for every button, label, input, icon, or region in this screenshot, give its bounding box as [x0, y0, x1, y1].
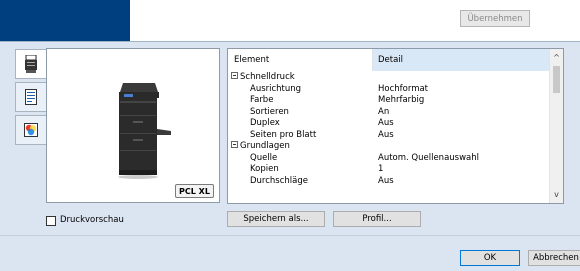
scroll-thumb[interactable] [553, 66, 560, 93]
row-label: Quelle [250, 152, 278, 163]
table-row[interactable]: Sortieren An [228, 107, 549, 119]
row-label: Kopien [250, 164, 279, 174]
row-value: 1 [378, 164, 384, 174]
row-value: Mehrfarbig [378, 95, 425, 105]
row-label: Ausrichtung [250, 83, 302, 94]
collapse-icon[interactable] [231, 141, 238, 148]
row-label: Grundlagen [240, 141, 290, 151]
table-header: Element Detail [228, 49, 549, 71]
header-brand-area [0, 0, 130, 41]
row-value: An [378, 106, 390, 117]
row-value: Autom. Quellenauswahl [378, 152, 479, 163]
row-value: Aus [378, 175, 394, 186]
printer-image [118, 83, 171, 179]
color-icon [24, 123, 38, 137]
table-row[interactable]: Ausrichtung Hochformat [228, 84, 549, 96]
collapse-icon[interactable] [231, 72, 238, 79]
table-row[interactable]: Duplex Aus [228, 118, 549, 130]
settings-details-table: Element Detail Schnelldruck Ausrichtung … [227, 48, 564, 204]
print-preview-checkbox[interactable] [46, 216, 56, 226]
table-rows: Schnelldruck Ausrichtung Hochformat Farb… [228, 72, 549, 187]
side-tabs [15, 49, 46, 148]
row-value: Hochformat [378, 83, 429, 94]
table-row-group[interactable]: Grundlagen [228, 141, 549, 153]
printer-preview [46, 48, 220, 203]
table-row[interactable]: Farbe Mehrfarbig [228, 95, 549, 107]
tab-document[interactable] [15, 82, 46, 112]
tab-printer[interactable] [15, 49, 46, 79]
column-header-element[interactable]: Element [228, 49, 373, 71]
column-header-detail[interactable]: Detail [373, 49, 549, 71]
table-row[interactable]: Seiten pro Blatt Aus [228, 130, 549, 142]
table-row-group[interactable]: Schnelldruck [228, 72, 549, 84]
document-icon [25, 89, 37, 105]
row-label: Sortieren [250, 106, 289, 117]
row-label: Seiten pro Blatt [250, 129, 317, 140]
row-label: Farbe [250, 95, 274, 105]
footer-divider [0, 235, 580, 236]
print-preview-label: Druckvorschau [60, 215, 124, 225]
row-value: Aus [378, 118, 394, 128]
scroll-down-icon[interactable]: v [550, 190, 563, 199]
apply-button[interactable]: Übernehmen [460, 10, 530, 27]
row-value: Aus [378, 129, 394, 140]
row-label: Schnelldruck [240, 72, 295, 82]
printer-icon [25, 55, 37, 73]
cancel-button[interactable]: Abbrechen [528, 250, 580, 266]
row-label: Duplex [250, 118, 280, 128]
pcl-xl-badge: PCL XL [175, 184, 214, 198]
row-label: Durchschläge [250, 175, 308, 186]
profile-button[interactable]: Profil... [333, 211, 421, 227]
header-divider [0, 41, 580, 42]
save-as-button[interactable]: Speichern als... [227, 211, 325, 227]
vertical-scrollbar[interactable]: ^ v [549, 49, 563, 203]
table-row[interactable]: Durchschläge Aus [228, 176, 549, 188]
scroll-up-icon[interactable]: ^ [550, 53, 563, 62]
ok-button[interactable]: OK [460, 250, 520, 266]
tab-color[interactable] [15, 115, 46, 145]
table-row[interactable]: Kopien 1 [228, 164, 549, 176]
table-row[interactable]: Quelle Autom. Quellenauswahl [228, 153, 549, 165]
